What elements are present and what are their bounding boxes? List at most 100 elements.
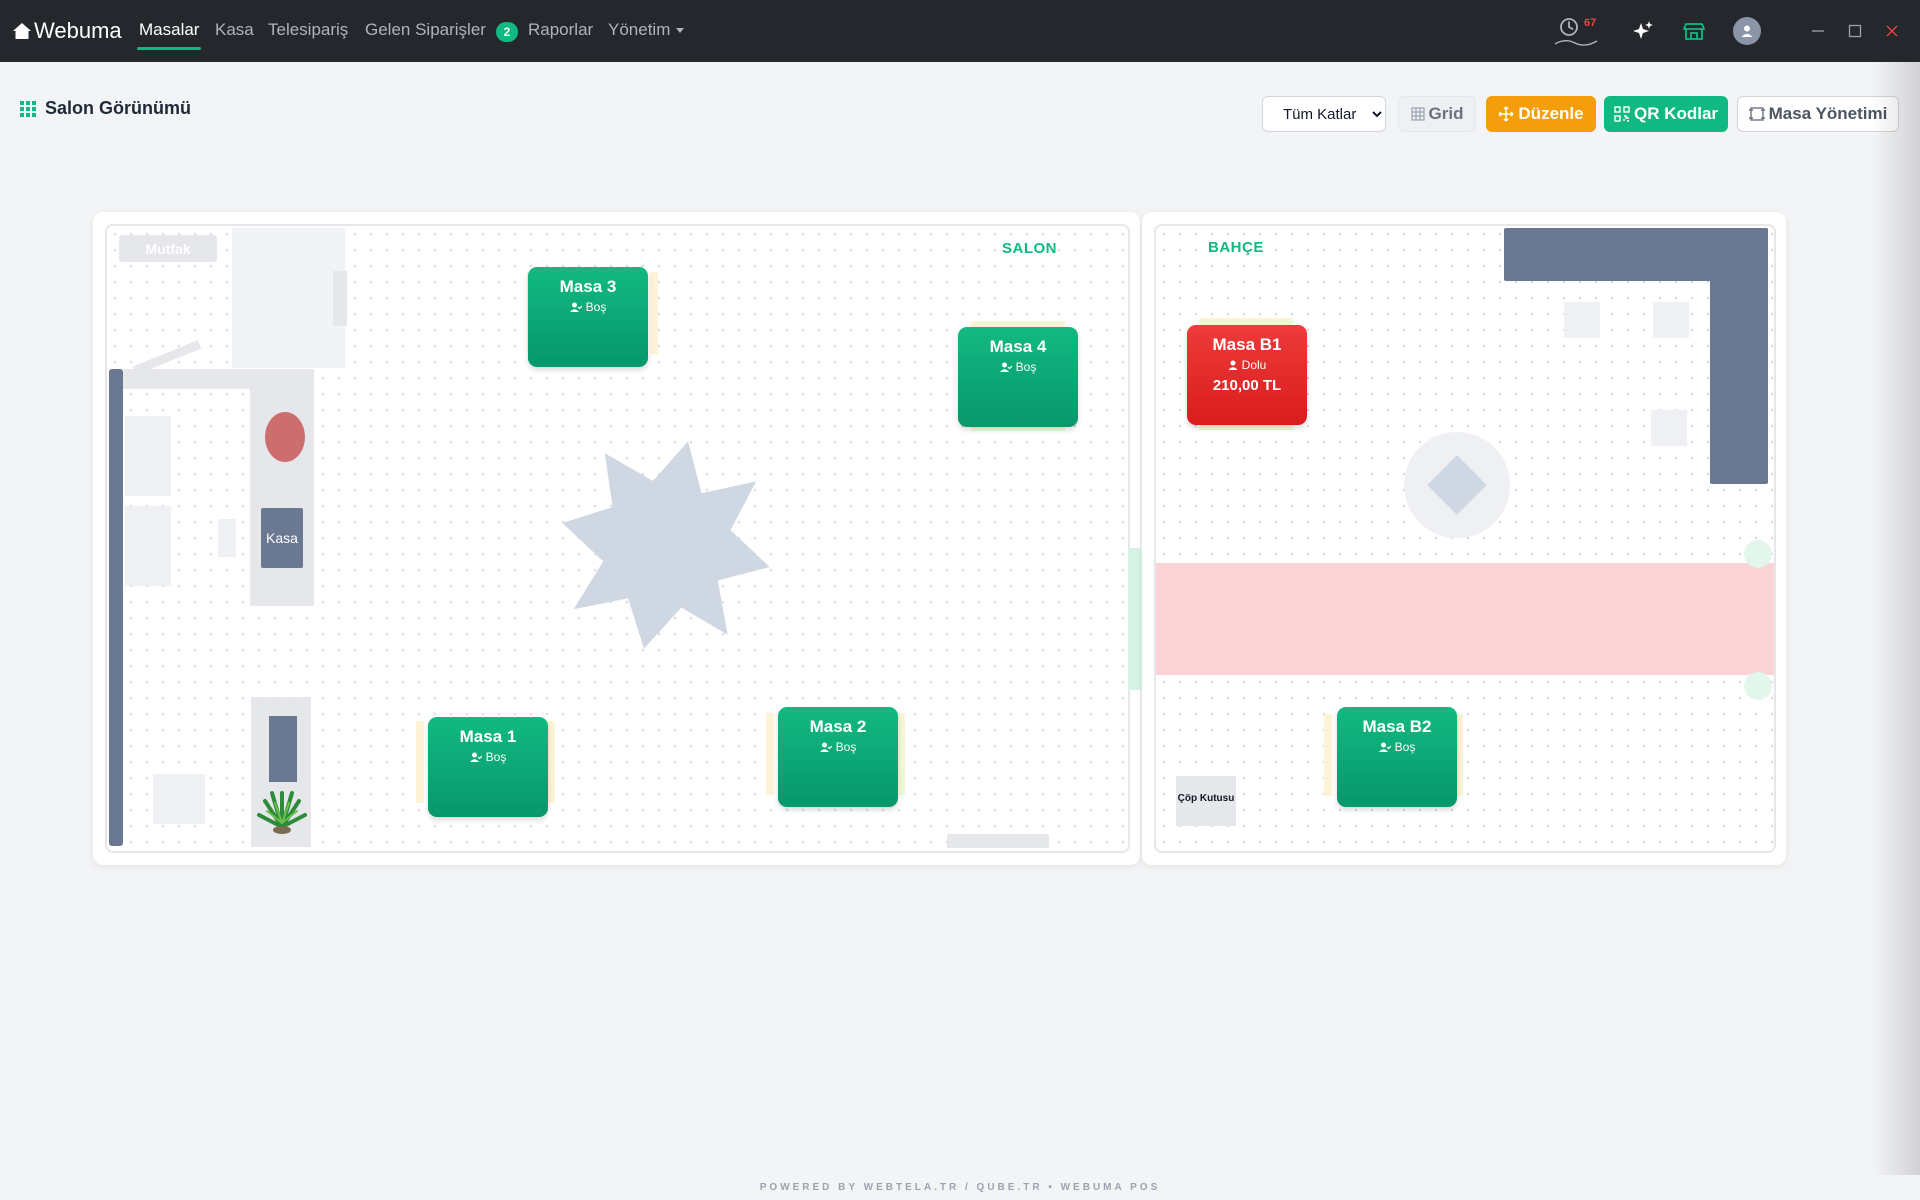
bar-counter bbox=[250, 369, 314, 606]
table-name: Masa B1 bbox=[1212, 335, 1282, 354]
star-decoration bbox=[562, 441, 770, 649]
table-name: Masa 2 bbox=[809, 717, 867, 736]
table-masa-2[interactable]: Masa 2 Boş bbox=[778, 707, 898, 807]
chair bbox=[547, 721, 555, 803]
user-icon bbox=[1741, 25, 1753, 37]
side-table bbox=[125, 416, 171, 496]
bahce-panel: BAHÇE Çöp Kutusu Masa B1 Dolu 210,00 TL bbox=[1142, 212, 1786, 865]
nav-telesiparis[interactable]: Telesipariş bbox=[268, 20, 348, 40]
minimize-icon bbox=[1812, 30, 1824, 32]
planter-box bbox=[1651, 410, 1687, 446]
table-management-label: Masa Yönetimi bbox=[1768, 104, 1888, 123]
planter bbox=[269, 716, 297, 782]
chair bbox=[650, 272, 658, 354]
minimize-button[interactable] bbox=[1806, 19, 1830, 43]
floor-select[interactable]: Tüm Katlar bbox=[1262, 96, 1386, 132]
table-management-button[interactable]: Masa Yönetimi bbox=[1737, 96, 1899, 132]
sparkle-icon bbox=[1633, 21, 1653, 39]
home-icon bbox=[13, 23, 31, 39]
window-edge-shadow bbox=[1872, 62, 1920, 1175]
table-name: Masa 3 bbox=[559, 277, 617, 296]
qr-codes-button[interactable]: QR Kodlar bbox=[1604, 96, 1728, 132]
table-masa-b1[interactable]: Masa B1 Dolu 210,00 TL bbox=[1187, 325, 1307, 425]
edit-button[interactable]: Düzenle bbox=[1486, 96, 1596, 132]
chair bbox=[416, 721, 424, 803]
table-name: Masa 1 bbox=[459, 727, 517, 746]
nav-gelen-siparisler[interactable]: Gelen Siparişler bbox=[365, 20, 486, 40]
table-masa-4[interactable]: Masa 4 Boş bbox=[958, 327, 1078, 427]
page-title: Salon Görünümü bbox=[20, 98, 191, 119]
nav-raporlar[interactable]: Raporlar bbox=[528, 20, 593, 40]
qr-button-label: QR Kodlar bbox=[1633, 104, 1719, 123]
stool bbox=[218, 519, 236, 557]
garden-marker bbox=[1744, 672, 1772, 700]
garden-pathway bbox=[1156, 563, 1774, 675]
ai-button[interactable] bbox=[1626, 14, 1660, 48]
move-icon bbox=[1498, 106, 1514, 122]
store-button[interactable] bbox=[1677, 14, 1711, 48]
user-check-icon bbox=[819, 742, 832, 752]
frame-icon bbox=[1748, 107, 1765, 121]
table-status-text: Boş bbox=[1015, 360, 1037, 374]
user-check-icon bbox=[999, 362, 1012, 372]
user-icon bbox=[1228, 360, 1238, 370]
chair bbox=[1324, 714, 1332, 796]
nav-kasa[interactable]: Kasa bbox=[215, 20, 254, 40]
table-status-text: Boş bbox=[1394, 740, 1416, 754]
bar-counter-top bbox=[123, 369, 261, 389]
zone-label-bahce: BAHÇE bbox=[1208, 239, 1264, 256]
footer: POWERED BY WEBTELA.TR / QUBE.TR • WEBUMA… bbox=[759, 1182, 1161, 1193]
user-check-icon bbox=[469, 752, 482, 762]
cashier-label: Kasa bbox=[266, 530, 298, 546]
table-status-text: Boş bbox=[835, 740, 857, 754]
maximize-button[interactable] bbox=[1843, 19, 1867, 43]
avatar[interactable] bbox=[1733, 17, 1761, 45]
garden-wall-side bbox=[1710, 228, 1768, 484]
brand-name: Webuma bbox=[34, 18, 122, 43]
table-status: Boş bbox=[528, 300, 648, 314]
table-name: Masa 4 bbox=[989, 337, 1047, 356]
maximize-icon bbox=[1848, 24, 1862, 38]
left-wall bbox=[109, 369, 123, 846]
grid-icon bbox=[20, 100, 36, 117]
store-icon bbox=[1683, 23, 1705, 40]
table-status: Boş bbox=[428, 750, 548, 764]
table-status-text: Boş bbox=[585, 300, 607, 314]
zone-label-salon: SALON bbox=[1002, 240, 1057, 257]
table-masa-b2[interactable]: Masa B2 Boş bbox=[1337, 707, 1457, 807]
trash-label: Çöp Kutusu bbox=[1177, 793, 1235, 804]
clock-count: 67 bbox=[1584, 17, 1597, 29]
grid-toggle-button[interactable]: Grid bbox=[1398, 96, 1476, 132]
table-status: Boş bbox=[1337, 740, 1457, 754]
kitchen-counter bbox=[333, 271, 347, 326]
kitchen-block bbox=[232, 228, 345, 368]
page-title-text: Salon Görünümü bbox=[45, 98, 191, 118]
table-status-text: Boş bbox=[485, 750, 507, 764]
nav-active-indicator bbox=[137, 47, 201, 50]
chair bbox=[766, 713, 774, 795]
table-masa-3[interactable]: Masa 3 Boş bbox=[528, 267, 648, 367]
grid-button-label: Grid bbox=[1428, 104, 1464, 123]
side-table bbox=[125, 506, 171, 586]
round-bar-table bbox=[265, 412, 305, 462]
table-status: Boş bbox=[958, 360, 1078, 374]
nav-yonetim-label: Yönetim bbox=[608, 20, 671, 39]
nav-masalar[interactable]: Masalar bbox=[139, 20, 199, 40]
planter-box bbox=[1564, 302, 1600, 338]
table-name: Masa B2 bbox=[1362, 717, 1432, 736]
nav-yonetim[interactable]: Yönetim bbox=[608, 20, 685, 40]
bahce-floor-canvas: BAHÇE Çöp Kutusu Masa B1 Dolu 210,00 TL bbox=[1154, 224, 1776, 853]
qr-code-icon bbox=[1614, 106, 1630, 122]
chair bbox=[897, 713, 905, 795]
table-status: Boş bbox=[778, 740, 898, 754]
small-table bbox=[153, 774, 205, 824]
edit-button-label: Düzenle bbox=[1518, 104, 1584, 123]
table-status: Dolu bbox=[1187, 358, 1307, 372]
garden-marker bbox=[1744, 540, 1772, 568]
user-check-icon bbox=[569, 302, 582, 312]
close-button[interactable] bbox=[1880, 19, 1904, 43]
salon-panel: Mutfak Kasa SALON Masa 3 Boş Masa 4 Boş … bbox=[93, 212, 1140, 865]
table-masa-1[interactable]: Masa 1 Boş bbox=[428, 717, 548, 817]
salon-floor-canvas: Mutfak Kasa SALON Masa 3 Boş Masa 4 Boş … bbox=[105, 224, 1130, 853]
brand[interactable]: Webuma bbox=[12, 18, 122, 44]
